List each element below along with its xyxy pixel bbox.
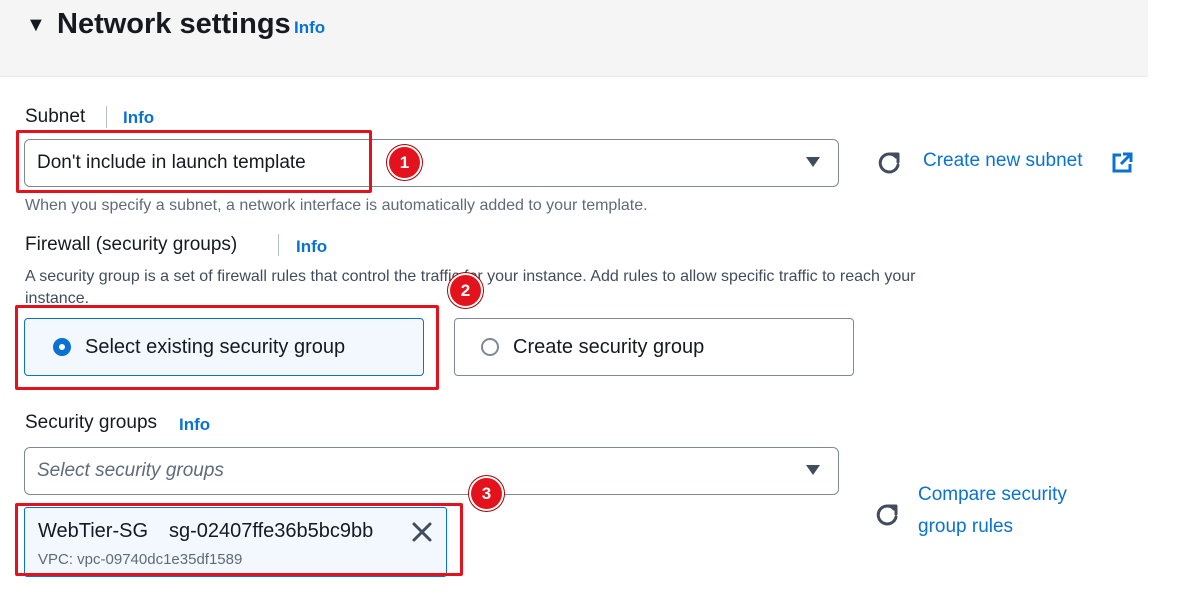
label-divider: [278, 234, 279, 256]
security-groups-select[interactable]: Select security groups: [24, 447, 839, 495]
compare-sg-rules-link[interactable]: Compare security: [918, 484, 1067, 506]
section-info-link[interactable]: Info: [294, 18, 325, 38]
security-groups-info-link[interactable]: Info: [179, 415, 210, 435]
collapse-caret-icon[interactable]: ▼: [26, 14, 46, 37]
annotation-badge-2: 2: [450, 275, 481, 306]
annotation-badge-3: 3: [471, 478, 502, 509]
annotation-box-3: [15, 503, 463, 576]
radio-unselected-icon: [481, 338, 499, 356]
create-subnet-link[interactable]: Create new subnet: [923, 150, 1083, 172]
firewall-info-link[interactable]: Info: [296, 237, 327, 257]
chevron-down-icon: [806, 465, 820, 475]
section-title: Network settings: [57, 8, 291, 40]
annotation-box-1: [16, 130, 372, 193]
subnet-label: Subnet: [25, 106, 86, 127]
create-sg-label: Create security group: [513, 335, 705, 358]
annotation-badge-1: 1: [389, 147, 420, 178]
label-divider: [106, 106, 107, 128]
compare-sg-rules-link-cont[interactable]: group rules: [918, 516, 1013, 538]
chevron-down-icon: [806, 157, 820, 167]
refresh-icon[interactable]: [874, 148, 904, 178]
refresh-icon[interactable]: [872, 500, 902, 530]
external-link-icon: [1110, 151, 1134, 175]
annotation-box-2: [15, 305, 439, 390]
create-sg-tile[interactable]: Create security group: [454, 318, 854, 376]
security-groups-placeholder: Select security groups: [37, 460, 224, 481]
security-groups-label: Security groups: [25, 412, 158, 433]
firewall-description-cont: instance.: [25, 290, 90, 304]
subnet-help-text: When you specify a subnet, a network int…: [25, 197, 648, 214]
subnet-info-link[interactable]: Info: [123, 108, 154, 128]
firewall-label: Firewall (security groups): [25, 234, 238, 255]
